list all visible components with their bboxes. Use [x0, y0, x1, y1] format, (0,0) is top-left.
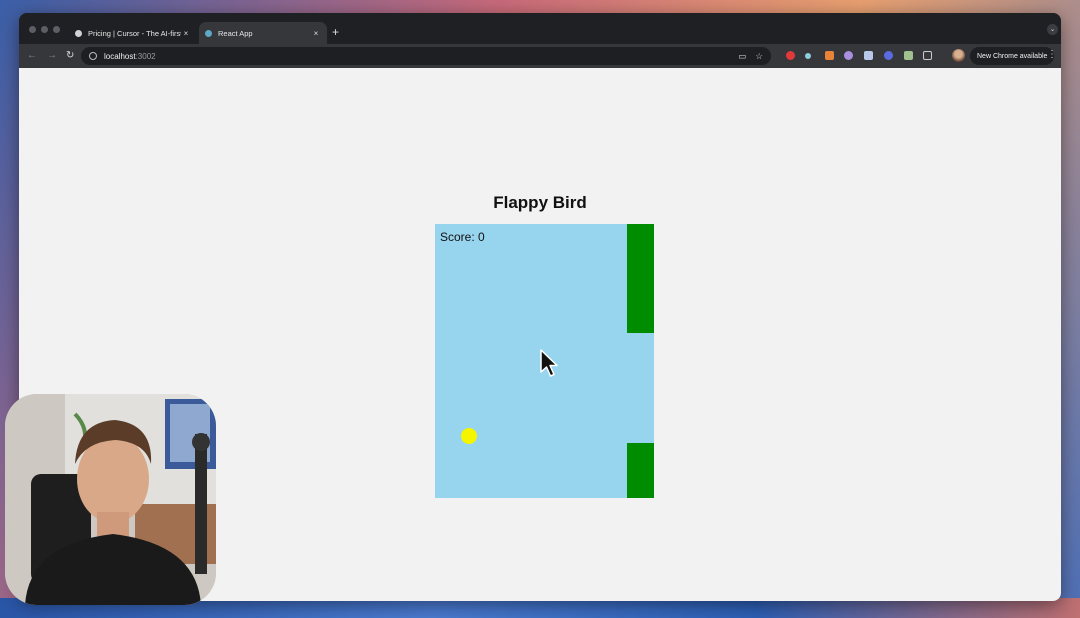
react-favicon-icon	[205, 29, 212, 37]
tab-title: React App	[218, 28, 253, 38]
new-tab-button[interactable]: +	[332, 25, 339, 39]
page-title: Flappy Bird	[493, 193, 587, 212]
tab-strip: Pricing | Cursor - The AI-first × React …	[19, 13, 1061, 44]
close-icon[interactable]: ×	[311, 29, 321, 38]
metamask-extension-icon[interactable]	[825, 51, 834, 60]
mouse-cursor-icon	[540, 349, 558, 377]
extension-icon[interactable]	[786, 51, 795, 60]
url-host: localhost	[104, 51, 136, 61]
install-app-icon[interactable]: ▭	[738, 51, 746, 62]
extension-icon[interactable]	[844, 51, 853, 60]
reload-button[interactable]: ↻	[66, 49, 74, 63]
score-label: Score: 0	[440, 230, 485, 244]
profile-avatar[interactable]	[952, 49, 965, 62]
address-bar[interactable]: localhost :3002 ▭ ☆	[81, 47, 771, 65]
url-port: :3002	[135, 51, 156, 61]
new-chrome-available-button[interactable]: New Chrome available	[970, 47, 1055, 65]
extension-icon[interactable]	[884, 51, 893, 60]
browser-menu-button[interactable]: ⋮	[1047, 49, 1057, 60]
minimize-window-button[interactable]	[41, 26, 48, 33]
tab-react-app[interactable]: React App ×	[199, 22, 327, 44]
extension-icon[interactable]	[904, 51, 913, 60]
browser-toolbar: ← → ↻ localhost :3002 ▭ ☆ New Chrome ava…	[19, 44, 1061, 68]
site-info-icon[interactable]	[89, 52, 97, 60]
forward-button[interactable]: →	[47, 49, 57, 63]
pipe-top	[627, 224, 654, 333]
extensions-puzzle-icon[interactable]	[923, 51, 932, 60]
bookmark-star-icon[interactable]: ☆	[755, 51, 763, 62]
back-button[interactable]: ←	[27, 49, 37, 63]
tab-cursor-pricing[interactable]: Pricing | Cursor - The AI-first ×	[69, 22, 197, 44]
extension-icon[interactable]	[864, 51, 873, 60]
tab-search-button[interactable]: ⌄	[1047, 24, 1058, 35]
close-icon[interactable]: ×	[181, 29, 191, 38]
zoom-window-button[interactable]	[53, 26, 60, 33]
close-window-button[interactable]	[29, 26, 36, 33]
presenter-video	[5, 394, 216, 605]
tab-title: Pricing | Cursor - The AI-first	[88, 28, 181, 38]
cursor-favicon-icon	[75, 29, 82, 37]
pipe-bottom	[627, 443, 654, 498]
extension-icon[interactable]	[805, 53, 811, 59]
webcam-overlay	[5, 394, 216, 605]
bird	[461, 428, 477, 444]
